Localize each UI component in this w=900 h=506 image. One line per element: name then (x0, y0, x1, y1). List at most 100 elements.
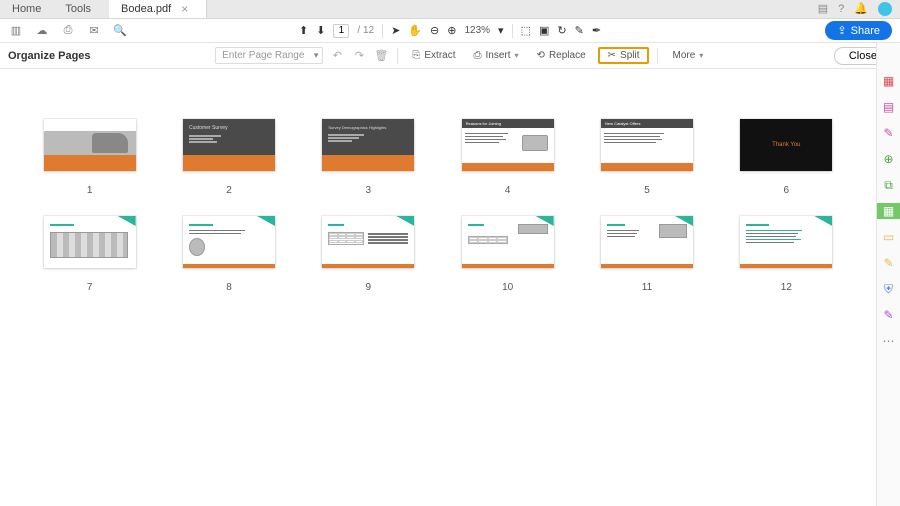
page-number: 1 (87, 185, 93, 196)
pdf-tool-icon[interactable]: ▦ (881, 73, 897, 89)
page-number: 10 (502, 282, 513, 293)
page-number: 3 (366, 185, 372, 196)
thumb-preview: Survey Demographics Highlights (322, 119, 414, 171)
share-button[interactable]: ⇪ Share (825, 21, 892, 40)
page-thumb-1[interactable]: 1 (40, 119, 139, 196)
rotate-left-icon[interactable]: ↶ (329, 49, 345, 62)
avatar[interactable] (878, 2, 892, 16)
combine-tool-icon[interactable]: ⧉ (881, 177, 897, 193)
page-thumb-7[interactable]: 7 (40, 216, 139, 293)
sidebar-toggle-icon[interactable]: ▥ (8, 24, 24, 37)
insert-label: Insert (486, 50, 511, 61)
page-thumb-3[interactable]: Survey Demographics Highlights 3 (319, 119, 418, 196)
page-thumb-6[interactable]: Thank You 6 (737, 119, 836, 196)
replace-button[interactable]: ⟲ Replace (531, 47, 592, 64)
redact-tool-icon[interactable]: ✎ (881, 307, 897, 323)
page-down-icon[interactable]: ⬇ (316, 24, 325, 37)
page-number: 8 (226, 282, 232, 293)
extract-button[interactable]: ⎘ Extract (406, 47, 461, 64)
thumb-preview (740, 216, 832, 268)
thumb-preview: New Catalyst Offers (601, 119, 693, 171)
help-icon[interactable]: ? (838, 0, 844, 19)
insert-icon: ⎙ (474, 50, 482, 61)
menu-home[interactable]: Home (0, 0, 53, 18)
thumb-preview (183, 216, 275, 268)
page-up-icon[interactable]: ⬆ (299, 24, 308, 37)
replace-icon: ⟲ (537, 50, 545, 61)
separator (382, 24, 383, 38)
highlight-icon[interactable]: ✎ (575, 24, 584, 37)
page-number: 2 (226, 185, 232, 196)
export-tool-icon[interactable]: ▤ (881, 99, 897, 115)
page-thumb-4[interactable]: Reasons for Joining 4 (458, 119, 557, 196)
more-button[interactable]: More ▾ (666, 47, 709, 64)
rotate-right-icon[interactable]: ↷ (351, 49, 367, 62)
email-icon[interactable]: ✉ (86, 24, 102, 37)
thumbnail-area: 1 Customer Survey 2 Survey Demographics … (0, 69, 876, 506)
pointer-icon[interactable]: ➤ (391, 24, 400, 37)
thumb-preview (462, 216, 554, 268)
more-label: More (672, 50, 695, 61)
protect-tool-icon[interactable]: ⛨ (881, 281, 897, 297)
toolbar: ▥ ☁ ⎙ ✉ 🔍 ⬆ ⬇ / 12 ➤ ✋ ⊖ ⊕ 123% ▾ ⬚ ▣ ↻ … (0, 19, 900, 43)
close-tab-icon[interactable]: × (181, 0, 188, 19)
page-thumb-12[interactable]: 12 (737, 216, 836, 293)
page-number: 6 (784, 185, 790, 196)
bell-icon[interactable]: 🔔 (854, 0, 868, 19)
search-icon[interactable]: 🔍 (112, 24, 128, 37)
extract-label: Extract (424, 50, 455, 61)
insert-button[interactable]: ⎙ Insert ▾ (468, 47, 525, 64)
zoom-out-icon[interactable]: ⊖ (430, 24, 439, 37)
edit-tool-icon[interactable]: ✎ (881, 125, 897, 141)
thumb-preview (44, 216, 136, 268)
chevron-down-icon: ▾ (515, 51, 519, 60)
chevron-down-icon: ▾ (699, 51, 703, 60)
toolbar-left: ▥ ☁ ⎙ ✉ 🔍 (8, 24, 128, 37)
toolbar-center: ⬆ ⬇ / 12 ➤ ✋ ⊖ ⊕ 123% ▾ ⬚ ▣ ↻ ✎ ✒ (299, 24, 601, 38)
page-number: 7 (87, 282, 93, 293)
rotate-icon[interactable]: ↻ (557, 24, 566, 37)
sign-icon[interactable]: ✒ (592, 24, 601, 37)
save-cloud-icon[interactable]: ☁ (34, 24, 50, 37)
thumb-preview: Thank You (740, 119, 832, 171)
document-tab[interactable]: Bodea.pdf × (109, 0, 207, 18)
thumb-preview: Customer Survey (183, 119, 275, 171)
fit-width-icon[interactable]: ⬚ (521, 24, 531, 37)
menubar-right: ▤ ? 🔔 (818, 0, 900, 18)
zoom-dropdown-icon[interactable]: ▾ (498, 24, 504, 37)
more-tools-icon[interactable]: ⋯ (881, 333, 897, 349)
page-thumb-8[interactable]: 8 (179, 216, 278, 293)
page-thumb-11[interactable]: 11 (597, 216, 696, 293)
create-tool-icon[interactable]: ⊕ (881, 151, 897, 167)
page-number: 5 (644, 185, 650, 196)
separator (512, 24, 513, 38)
thumb-preview (44, 119, 136, 171)
organize-tool-icon[interactable]: ▦ (877, 203, 900, 219)
delete-icon[interactable]: 🗑 (373, 49, 389, 62)
page-thumb-10[interactable]: 10 (458, 216, 557, 293)
fill-sign-tool-icon[interactable]: ✎ (881, 255, 897, 271)
separator (657, 48, 658, 64)
document-tab-label: Bodea.pdf (121, 0, 171, 19)
zoom-level[interactable]: 123% (464, 25, 490, 36)
hand-icon[interactable]: ✋ (408, 24, 422, 37)
thumbnail-grid: 1 Customer Survey 2 Survey Demographics … (40, 119, 836, 293)
menu-tools[interactable]: Tools (53, 0, 103, 18)
comment-tool-icon[interactable]: ▭ (881, 229, 897, 245)
page-thumb-9[interactable]: 9 (319, 216, 418, 293)
page-thumb-2[interactable]: Customer Survey 2 (179, 119, 278, 196)
split-label: Split (620, 50, 639, 61)
page-number: 11 (642, 282, 652, 293)
replace-label: Replace (549, 50, 586, 61)
print-icon[interactable]: ⎙ (60, 24, 76, 37)
thumb-preview: Reasons for Joining (462, 119, 554, 171)
view-mode-icon[interactable]: ▣ (539, 24, 549, 37)
thumb-preview (601, 216, 693, 268)
page-range-input[interactable]: Enter Page Range (215, 47, 323, 64)
zoom-in-icon[interactable]: ⊕ (447, 24, 456, 37)
chat-icon[interactable]: ▤ (818, 0, 828, 19)
page-number-input[interactable] (333, 24, 349, 38)
page-thumb-5[interactable]: New Catalyst Offers 5 (597, 119, 696, 196)
split-button[interactable]: ✂ Split (598, 47, 650, 64)
thumb-preview (322, 216, 414, 268)
